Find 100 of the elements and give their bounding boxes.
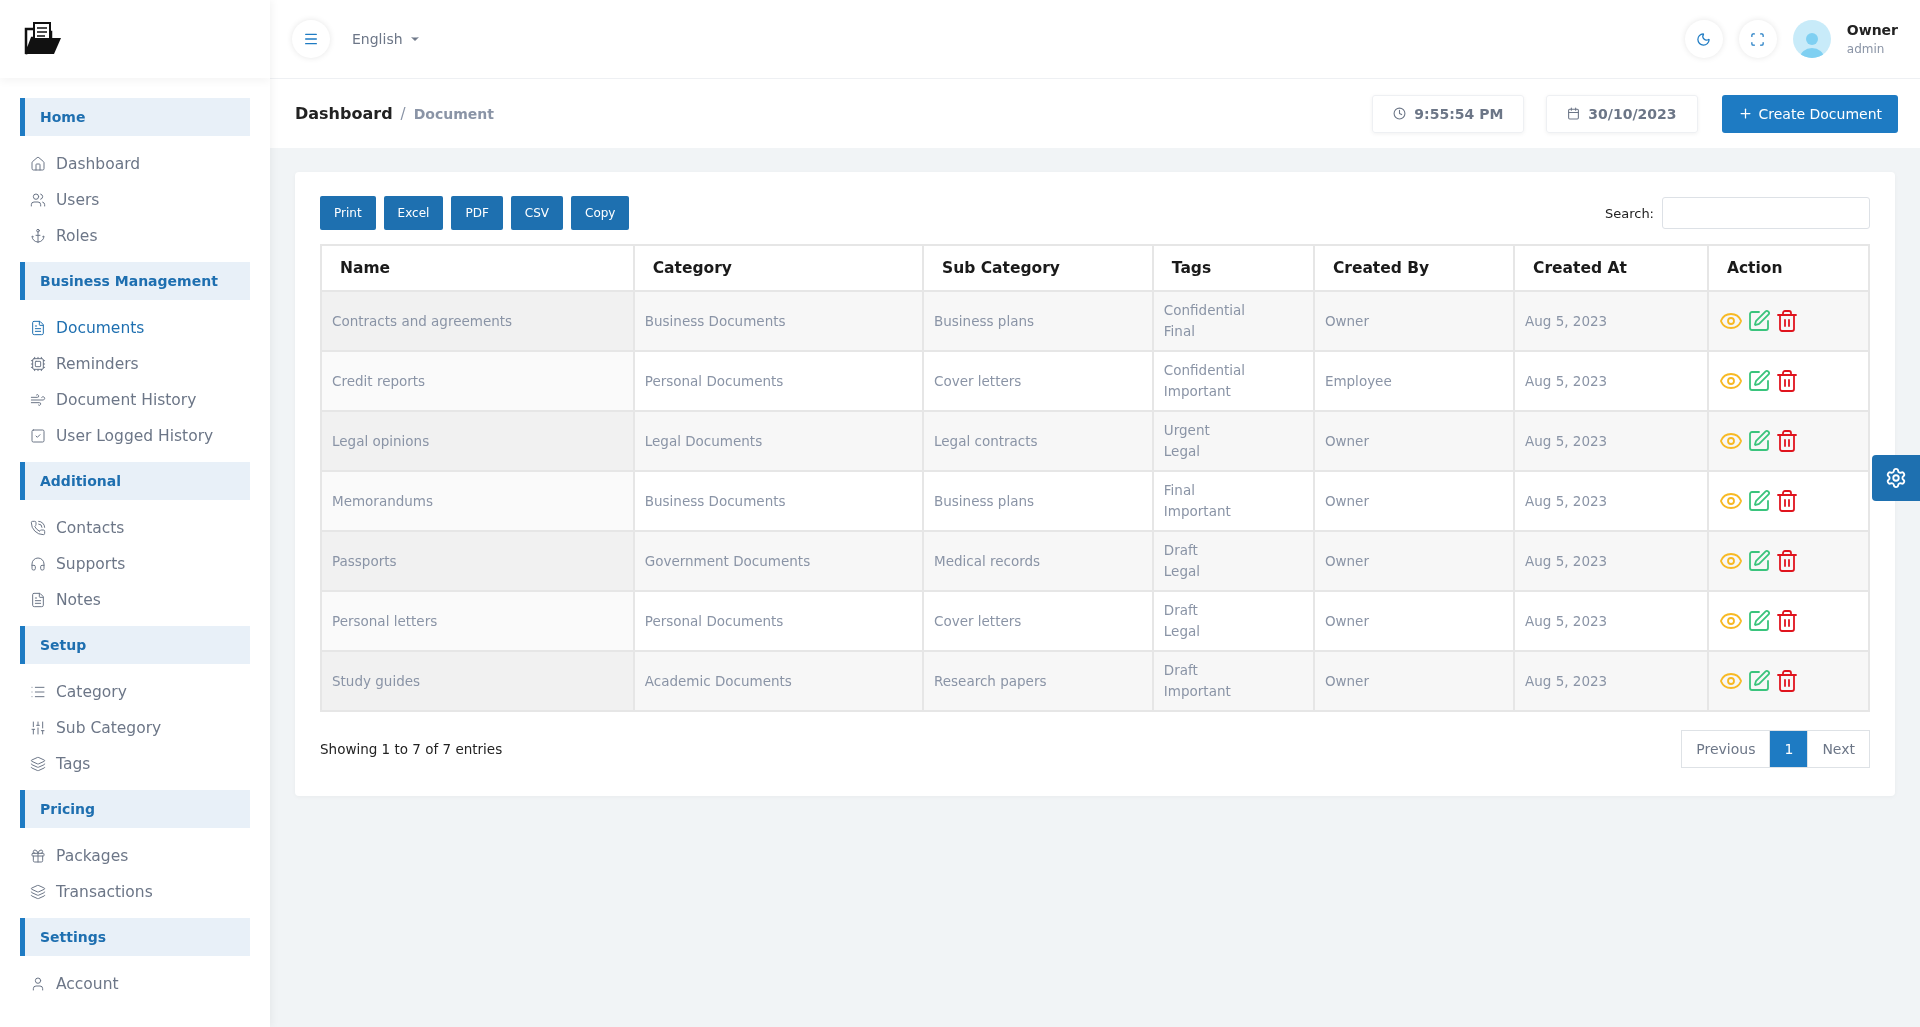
table-cell: Legal opinions — [321, 411, 634, 471]
sidebar-item[interactable]: Document History — [20, 382, 250, 418]
edit-icon[interactable] — [1746, 369, 1771, 393]
table-cell: Personal Documents — [633, 351, 923, 411]
column-header[interactable]: Created By — [1313, 245, 1514, 291]
breadcrumb-link[interactable]: Dashboard — [295, 104, 393, 123]
checkbox-icon — [30, 428, 46, 444]
sidebar-item[interactable]: Category — [20, 674, 250, 710]
table-cell: Business Documents — [633, 471, 923, 531]
delete-icon[interactable] — [1774, 369, 1799, 393]
anchor-icon — [30, 228, 46, 244]
page-button[interactable]: 1 — [1769, 730, 1809, 768]
export-button[interactable]: CSV — [510, 196, 563, 230]
create-document-button[interactable]: Create Document — [1721, 94, 1898, 133]
export-button[interactable]: Excel — [383, 196, 444, 230]
language-dropdown[interactable]: English — [346, 30, 427, 48]
delete-icon[interactable] — [1774, 429, 1799, 453]
document-icon — [30, 320, 46, 336]
user-name: Owner — [1846, 22, 1898, 38]
table-cell: Memorandums — [321, 471, 634, 531]
table-cell: Aug 5, 2023 — [1514, 651, 1708, 711]
table-cell: Owner — [1313, 531, 1514, 591]
sidebar-item[interactable]: Transactions — [20, 874, 250, 910]
sidebar-item[interactable]: Documents — [20, 310, 250, 346]
delete-icon[interactable] — [1774, 669, 1799, 693]
column-header[interactable]: Name — [321, 245, 634, 291]
sidebar-item[interactable]: Contacts — [20, 510, 250, 546]
table-cell: Study guides — [321, 651, 634, 711]
edit-icon[interactable] — [1746, 549, 1771, 573]
table-cell: Owner — [1313, 291, 1514, 351]
column-header[interactable]: Sub Category — [923, 245, 1153, 291]
table-cell: Aug 5, 2023 — [1514, 351, 1708, 411]
table-cell: Personal Documents — [633, 591, 923, 651]
clock-icon — [1393, 107, 1407, 120]
fullscreen-button[interactable] — [1738, 20, 1777, 58]
table-cell: Cover letters — [923, 591, 1153, 651]
edit-icon[interactable] — [1746, 489, 1771, 513]
table-cell: Business plans — [923, 291, 1153, 351]
table-cell: Research papers — [923, 651, 1153, 711]
user-icon — [30, 976, 46, 992]
sliders-icon — [30, 720, 46, 736]
tag-text: Important — [1163, 382, 1232, 401]
delete-icon[interactable] — [1774, 609, 1799, 633]
sidebar-item[interactable]: Roles — [20, 218, 250, 254]
document-icon — [30, 592, 46, 608]
delete-icon[interactable] — [1774, 489, 1799, 513]
date-display: 30/10/2023 — [1546, 94, 1698, 133]
section-header: Pricing — [20, 790, 250, 828]
menu-button[interactable] — [292, 20, 330, 58]
plus-icon — [1737, 106, 1753, 121]
column-header[interactable]: Created At — [1514, 245, 1708, 291]
tag-text: Final — [1163, 481, 1196, 500]
delete-icon[interactable] — [1774, 309, 1799, 333]
edit-icon[interactable] — [1746, 669, 1771, 693]
sidebar-item[interactable]: User Logged History — [20, 418, 250, 454]
tag-text: Draft — [1163, 601, 1199, 620]
avatar[interactable] — [1792, 20, 1831, 58]
breadcrumb-current: Document — [413, 105, 494, 122]
export-button[interactable]: PDF — [451, 196, 503, 230]
column-header[interactable]: Category — [633, 245, 923, 291]
fullscreen-icon — [1750, 31, 1766, 47]
table-cell: Business Documents — [633, 291, 923, 351]
section-header: Home — [20, 98, 250, 136]
page-button[interactable]: Previous — [1681, 730, 1771, 768]
sidebar-item[interactable]: Account — [20, 966, 250, 1002]
section-header: Settings — [20, 918, 250, 956]
table-cell: Cover letters — [923, 351, 1153, 411]
tag-text: Important — [1163, 682, 1232, 701]
table-cell: Aug 5, 2023 — [1514, 591, 1708, 651]
settings-button[interactable] — [1872, 455, 1920, 501]
table-cell: Legal contracts — [923, 411, 1153, 471]
tag-text: Final — [1163, 322, 1196, 341]
page-button[interactable]: Next — [1807, 730, 1870, 768]
phone-icon — [30, 520, 46, 536]
edit-icon[interactable] — [1746, 309, 1771, 333]
sidebar-item[interactable]: Users — [20, 182, 250, 218]
users-icon — [30, 192, 46, 208]
time-display: 9:55:54 PM — [1372, 94, 1525, 133]
sidebar-item[interactable]: Packages — [20, 838, 250, 874]
search-field[interactable] — [1662, 197, 1870, 229]
sidebar-item[interactable]: Supports — [20, 546, 250, 582]
tag-text: Urgent — [1163, 421, 1211, 440]
edit-icon[interactable] — [1746, 429, 1771, 453]
sidebar-item[interactable]: Notes — [20, 582, 250, 618]
export-button[interactable]: Copy — [571, 196, 630, 230]
dark-mode-button[interactable] — [1684, 20, 1723, 58]
menu-icon — [303, 31, 319, 47]
folder-logo — [22, 21, 62, 57]
sidebar-item[interactable]: Reminders — [20, 346, 250, 382]
moon-icon — [1696, 31, 1712, 47]
search-label: Search: — [1604, 205, 1654, 221]
table-cell: Owner — [1313, 411, 1514, 471]
sidebar-item[interactable]: Tags — [20, 746, 250, 782]
sidebar-item[interactable]: Sub Category — [20, 710, 250, 746]
tag-text: Legal — [1163, 622, 1201, 641]
export-button[interactable]: Print — [320, 196, 376, 230]
delete-icon[interactable] — [1774, 549, 1799, 573]
sidebar-item[interactable]: Dashboard — [20, 146, 250, 182]
table-cell: Business plans — [923, 471, 1153, 531]
edit-icon[interactable] — [1746, 609, 1771, 633]
